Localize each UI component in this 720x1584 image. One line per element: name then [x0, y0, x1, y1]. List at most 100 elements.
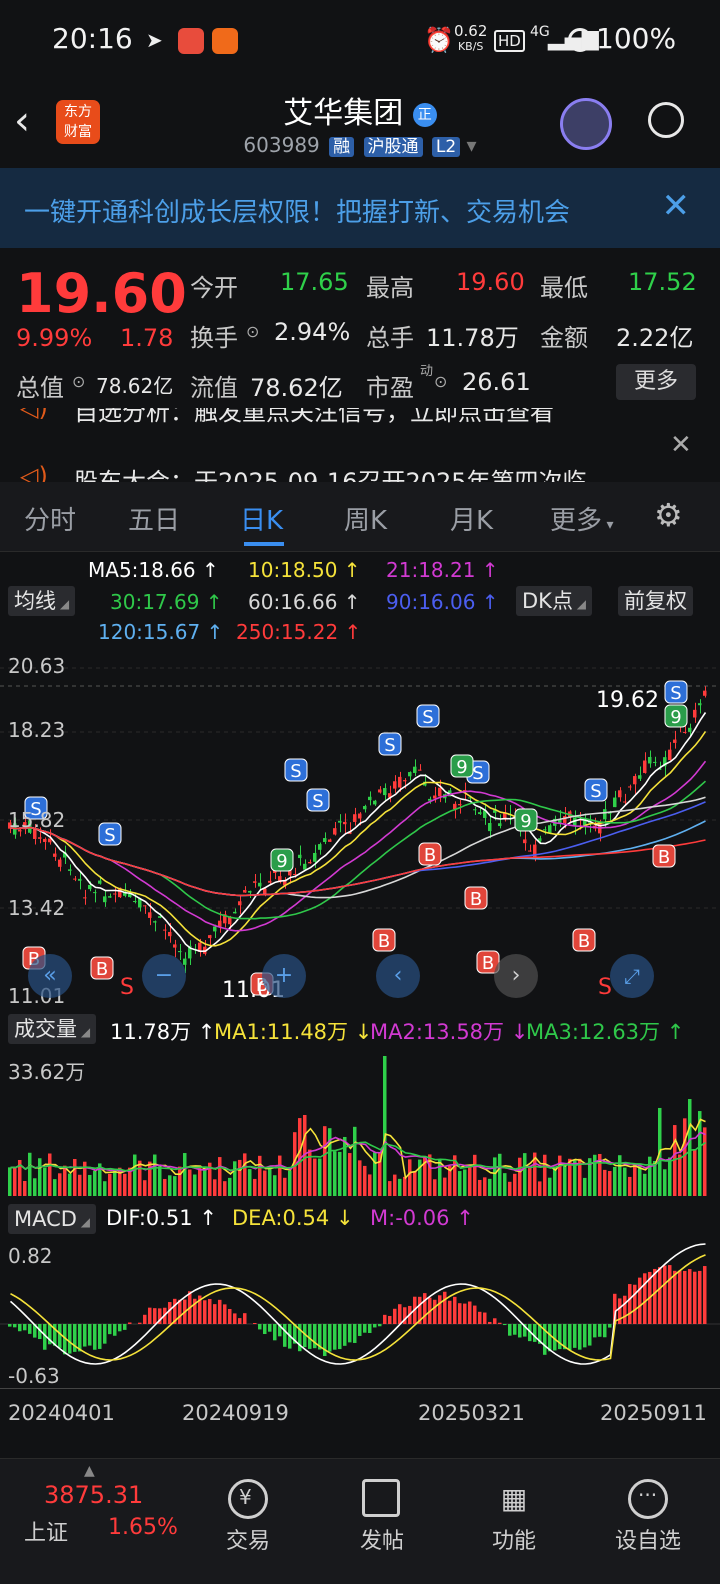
- macd-bar: [448, 1300, 452, 1324]
- nav-trade[interactable]: ¥ 交易: [198, 1459, 298, 1584]
- low-label: 最低: [540, 274, 588, 302]
- change-pct: 9.99%: [16, 324, 93, 352]
- volume-bar: [263, 1170, 267, 1196]
- macd-bar: [583, 1324, 587, 1348]
- volume-bar: [268, 1168, 272, 1196]
- tab-weekly-k[interactable]: 周K: [344, 500, 387, 537]
- info-icon[interactable]: ⊙: [246, 322, 259, 341]
- stock-name: 艾华集团: [283, 96, 404, 131]
- signal-marker-text: S: [312, 791, 323, 812]
- signal-marker-text: B: [482, 953, 494, 974]
- macd-bar: [88, 1324, 92, 1346]
- signal-type: 4G: [530, 24, 550, 40]
- volume-bar: [358, 1160, 362, 1196]
- candle-body: [498, 823, 502, 827]
- volume-bar: [478, 1179, 482, 1196]
- macd-bar: [78, 1324, 82, 1352]
- tag-margin: 融: [329, 137, 355, 157]
- candle-body: [38, 837, 42, 839]
- net-unit: KB/S: [457, 40, 484, 53]
- tab-five-day[interactable]: 五日: [128, 500, 180, 537]
- nav-watchlist[interactable]: ··· 设自选: [598, 1459, 698, 1584]
- macd-bar: [398, 1304, 402, 1324]
- tab-monthly-k[interactable]: 月K: [450, 500, 493, 537]
- signal-marker-text: 9: [670, 707, 681, 728]
- index-pct: 1.65%: [108, 1515, 178, 1540]
- signal-marker-text: S: [422, 707, 433, 728]
- volume-button-label: 成交量: [14, 1017, 77, 1041]
- ma120: 120:15.67 ↑: [98, 620, 224, 644]
- signal-marker-text: B: [96, 959, 108, 980]
- tab-intraday[interactable]: 分时: [24, 500, 76, 537]
- fullscreen-icon[interactable]: ⤢: [610, 954, 654, 998]
- macd-bar: [223, 1304, 227, 1324]
- dk-point-button[interactable]: DK点 ◢: [516, 586, 592, 616]
- close-icon[interactable]: ✕: [662, 186, 691, 226]
- ma-button[interactable]: 均线 ◢: [8, 586, 76, 616]
- candle-body: [628, 786, 632, 788]
- volume-bar: [218, 1157, 222, 1196]
- nav-post[interactable]: 发帖: [332, 1459, 432, 1584]
- volume-bar: [213, 1179, 217, 1196]
- volume-bar: [313, 1158, 317, 1196]
- promo-banner[interactable]: 一键开通科创成长层权限！把握打新、交易机会 ✕: [0, 168, 720, 248]
- notice-ticker[interactable]: ◁) 自选分析：触发重点关注信号，立即点击查看 ◁) 股东大会：于2025-09…: [0, 408, 720, 482]
- settings-gear-icon[interactable]: ⚙: [654, 496, 683, 534]
- robot-avatar[interactable]: [560, 98, 612, 150]
- date-tick-4: 20250911: [600, 1401, 707, 1425]
- period-tabs: 分时 五日 日K 周K 月K 更多 ▾ ⚙: [0, 482, 720, 552]
- candle-body: [78, 878, 82, 881]
- volume-bar: [13, 1167, 17, 1196]
- macd-bar: [438, 1295, 442, 1324]
- info-icon[interactable]: ⊙: [72, 372, 85, 391]
- candle-body: [243, 890, 247, 893]
- zoom-out-icon[interactable]: −: [142, 954, 186, 998]
- scroll-right-icon[interactable]: ›: [494, 954, 538, 998]
- index-ticker[interactable]: ▲ 3875.31 上证 1.65%: [0, 1459, 180, 1584]
- scroll-left-icon[interactable]: ‹: [376, 954, 420, 998]
- volume-bar: [398, 1178, 402, 1196]
- volume-bar: [183, 1153, 187, 1196]
- dots-glyph: ···: [638, 1483, 658, 1507]
- volume-ma3: MA3:12.63万 ↑: [526, 1020, 685, 1044]
- nav-functions[interactable]: ▦ 功能: [464, 1459, 564, 1584]
- scroll-fast-left-icon[interactable]: «: [28, 954, 72, 998]
- music-app-icon: [178, 28, 204, 54]
- search-icon[interactable]: [648, 102, 684, 138]
- close-icon[interactable]: ✕: [670, 430, 692, 460]
- zoom-in-icon[interactable]: +: [262, 954, 306, 998]
- volume-bar: [438, 1159, 442, 1196]
- volume-button[interactable]: 成交量 ◢: [8, 1014, 97, 1044]
- adjust-button[interactable]: 前复权: [618, 586, 693, 616]
- tab-daily-k[interactable]: 日K: [240, 500, 283, 537]
- volume-bar: [248, 1169, 252, 1196]
- volume-bar: [153, 1154, 157, 1196]
- volume-value: 11.78万: [426, 324, 519, 352]
- volume-bar: [553, 1166, 557, 1196]
- macd-bar: [373, 1324, 377, 1328]
- macd-bar: [128, 1322, 132, 1324]
- macd-legend: MACD ◢ DIF:0.51 ↑ DEA:0.54 ↓ M:-0.06 ↑: [0, 1200, 720, 1238]
- macd-button[interactable]: MACD ◢: [8, 1204, 96, 1234]
- edit-icon: [362, 1479, 400, 1517]
- volume-y-top: 33.62万: [8, 1060, 86, 1084]
- volume-bar: [133, 1154, 137, 1196]
- macd-bar: [93, 1324, 97, 1350]
- pe-label: 市盈: [366, 374, 414, 402]
- candle-body: [703, 690, 707, 696]
- candle-body: [633, 776, 637, 785]
- candle-body: [73, 878, 77, 880]
- ma21: 21:18.21 ↑: [386, 558, 499, 582]
- signal-marker-text: B: [470, 889, 482, 910]
- tab-more[interactable]: 更多 ▾: [550, 500, 614, 537]
- macd-bar: [348, 1324, 352, 1343]
- volume-bar: [173, 1176, 177, 1196]
- volume-bar: [353, 1126, 357, 1196]
- candle-body: [673, 739, 677, 743]
- info-icon[interactable]: ⊙: [434, 372, 447, 391]
- dropdown-icon[interactable]: ▾: [467, 133, 477, 157]
- candle-body: [618, 790, 622, 798]
- kline-chart[interactable]: SSSSSSSSSBBBBBBBBB9999SS 20.63 18.23 15.…: [0, 648, 720, 1008]
- index-value: 3875.31: [44, 1481, 144, 1509]
- more-button[interactable]: 更多: [616, 364, 696, 400]
